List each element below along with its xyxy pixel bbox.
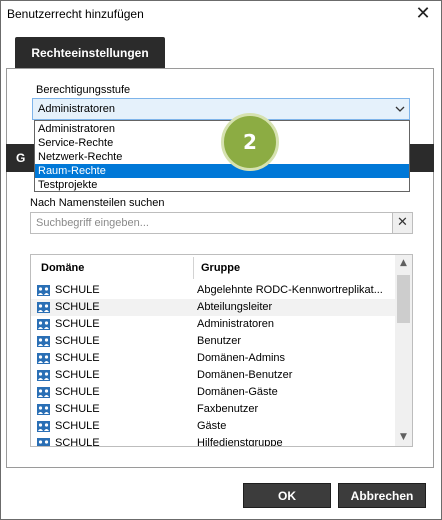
cell-group: Administratoren [197,318,275,330]
table-row[interactable]: SCHULE Abgelehnte RODC-Kennwortreplikat..… [31,282,395,299]
cell-domain: SCHULE [55,420,100,432]
table-row[interactable]: SCHULE Domänen-Gäste [31,384,395,401]
dropdown-option[interactable]: Testprojekte [35,178,409,192]
group-icon [37,404,50,415]
cell-domain: SCHULE [55,437,100,447]
cell-domain: SCHULE [55,403,100,415]
ok-button[interactable]: OK [243,483,331,508]
title-bar: Benutzerrecht hinzufügen ✕ [1,1,441,29]
group-icon [37,421,50,432]
group-icon [37,387,50,398]
cell-group: Domänen-Gäste [197,386,278,398]
table-row[interactable]: SCHULE Domänen-Admins [31,350,395,367]
cell-group: Abteilungsleiter [197,301,273,313]
group-icon [37,370,50,381]
cell-domain: SCHULE [55,386,100,398]
permission-level-value: Administratoren [38,103,116,115]
group-section-label: G [16,151,26,165]
group-icon [37,438,50,446]
group-icon [37,353,50,364]
table-row[interactable]: SCHULE Hilfedienstgruppe [31,435,395,447]
table-row[interactable]: SCHULE Abteilungsleiter [31,299,395,316]
table-row[interactable]: SCHULE Faxbenutzer [31,401,395,418]
permission-level-label: Berechtigungsstufe [36,84,131,96]
cancel-button[interactable]: Abbrechen [338,483,426,508]
group-icon [37,302,50,313]
cell-domain: SCHULE [55,284,100,296]
permission-level-select[interactable]: Administratoren [32,98,410,120]
step-number-badge: 2 [221,113,279,171]
close-icon[interactable]: ✕ [413,4,433,24]
table-row[interactable]: SCHULE Domänen-Benutzer [31,367,395,384]
cell-group: Gäste [197,420,227,432]
table-row[interactable]: SCHULE Benutzer [31,333,395,350]
column-header-domain[interactable]: Domäne [41,262,84,274]
tab-bar: Rechteeinstellungen [7,31,435,69]
cell-group: Domänen-Admins [197,352,286,364]
cell-domain: SCHULE [55,318,100,330]
table-row[interactable]: SCHULE Administratoren [31,316,395,333]
dropdown-option-highlighted[interactable]: Raum-Rechte [35,164,409,178]
search-box: Suchbegriff eingeben... ✕ [30,212,413,234]
cell-domain: SCHULE [55,352,100,364]
tab-rechteeinstellungen[interactable]: Rechteeinstellungen [15,37,165,69]
cell-domain: SCHULE [55,369,100,381]
cell-group: Benutzer [197,335,242,347]
window-title: Benutzerrecht hinzufügen [7,7,144,21]
chevron-down-icon [395,106,405,112]
scroll-down-icon[interactable]: ▼ [395,429,412,446]
search-label: Nach Namensteilen suchen [30,197,165,209]
cell-group: Domänen-Benutzer [197,369,293,381]
table-header: Domäne Gruppe [31,255,395,281]
cell-group: Abgelehnte RODC-Kennwortreplikat... [197,284,383,296]
search-input[interactable]: Suchbegriff eingeben... [36,217,149,229]
group-icon [37,319,50,330]
clear-search-icon[interactable]: ✕ [392,213,412,233]
cell-domain: SCHULE [55,301,100,313]
group-table: Domäne Gruppe SCHULE Abgelehnte RODC-Kenn… [30,254,413,447]
scrollbar-thumb[interactable] [397,275,410,323]
vertical-scrollbar[interactable]: ▲ ▼ [395,255,412,446]
cell-domain: SCHULE [55,335,100,347]
table-row[interactable]: SCHULE Gäste [31,418,395,435]
cell-group: Hilfedienstgruppe [197,437,283,447]
cell-group: Faxbenutzer [197,403,259,415]
scroll-up-icon[interactable]: ▲ [395,255,412,272]
column-header-group[interactable]: Gruppe [201,262,240,274]
group-icon [37,285,50,296]
column-divider[interactable] [193,257,194,279]
group-icon [37,336,50,347]
